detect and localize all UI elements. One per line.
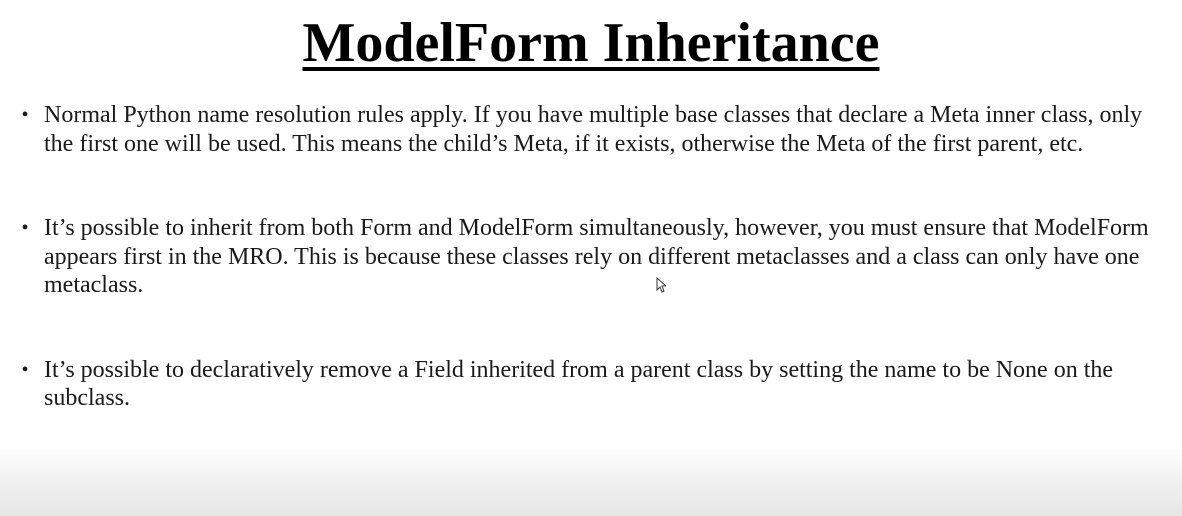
- bullet-item: • It’s possible to declaratively remove …: [18, 356, 1168, 413]
- bullet-item: • It’s possible to inherit from both For…: [18, 214, 1168, 300]
- presentation-slide: ModelForm Inheritance • Normal Python na…: [0, 0, 1182, 516]
- bullet-item: • Normal Python name resolution rules ap…: [18, 101, 1168, 158]
- bullet-dot-icon: •: [21, 104, 29, 126]
- mouse-pointer-icon: [656, 277, 666, 293]
- bullet-text: It’s possible to inherit from both Form …: [44, 215, 1149, 298]
- bullet-list: • Normal Python name resolution rules ap…: [18, 101, 1168, 413]
- slide-title-text: ModelForm Inheritance: [302, 12, 880, 74]
- bullet-text: Normal Python name resolution rules appl…: [44, 102, 1143, 157]
- bullet-dot-icon: •: [21, 217, 29, 239]
- bullet-text: It’s possible to declaratively remove a …: [44, 356, 1114, 412]
- bullet-dot-icon: •: [21, 358, 29, 381]
- slide-title: ModelForm Inheritance: [0, 10, 1182, 76]
